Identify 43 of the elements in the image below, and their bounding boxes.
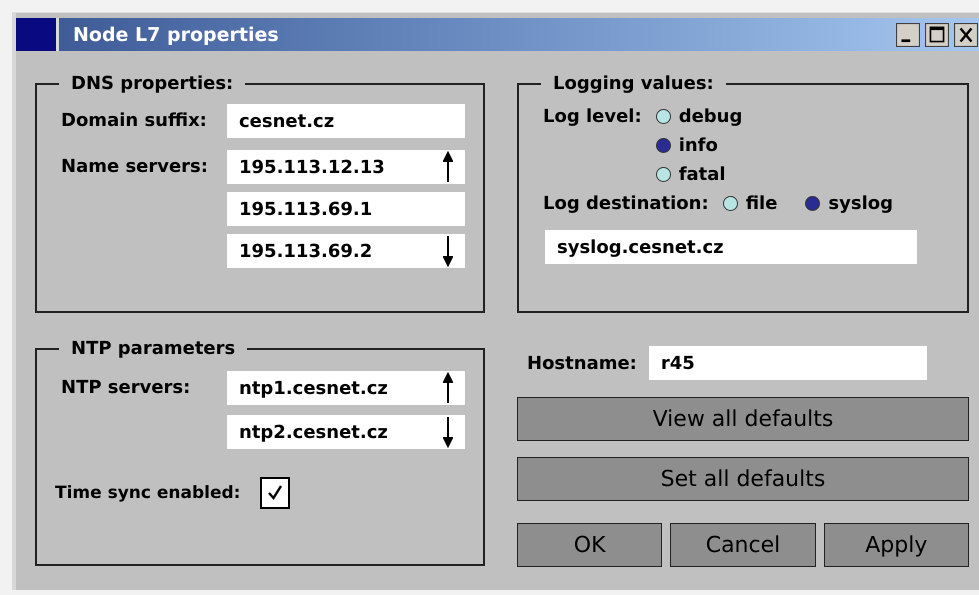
field-label: Hostname:	[527, 352, 637, 374]
group-title: Logging values:	[552, 73, 715, 94]
close-icon[interactable]	[953, 22, 979, 46]
app-icon	[16, 18, 59, 51]
name-server-field[interactable]: 195.113.69.1	[227, 192, 465, 226]
domain-suffix-field[interactable]: cesnet.cz	[227, 104, 465, 138]
radio-button[interactable]	[722, 196, 738, 211]
name-server-field[interactable]: 195.113.12.13	[227, 150, 465, 184]
radio-label: info	[678, 135, 718, 156]
ntp-server-field[interactable]: ntp2.cesnet.cz	[227, 415, 465, 449]
maximize-icon[interactable]	[924, 22, 950, 46]
radio-label: fatal	[678, 164, 726, 185]
ntp-server-field[interactable]: ntp1.cesnet.cz	[227, 371, 465, 405]
scroll-down-icon[interactable]	[443, 235, 453, 267]
field-label: Log destination:	[543, 193, 709, 214]
defaults-button[interactable]: View all defaults	[517, 397, 969, 441]
scroll-up-icon[interactable]	[443, 372, 453, 404]
name-server-field[interactable]: 195.113.69.2	[227, 234, 465, 268]
radio-button[interactable]	[805, 196, 820, 211]
group-title: DNS properties:	[70, 73, 234, 94]
field-label: NTP servers:	[61, 376, 192, 400]
scroll-down-icon[interactable]	[443, 416, 453, 448]
radio-label: debug	[678, 106, 742, 127]
radio-label: file	[746, 193, 778, 214]
checkbox-label: Time sync enabled:	[55, 483, 240, 503]
radio-label: syslog	[828, 193, 894, 214]
group-title: NTP parameters	[70, 338, 236, 359]
dialog-button[interactable]: Apply	[824, 523, 969, 567]
radio-button[interactable]	[656, 109, 671, 124]
radio-button[interactable]	[656, 167, 671, 182]
log-target-field[interactable]: syslog.cesnet.cz	[545, 230, 917, 264]
dialog-button[interactable]: OK	[517, 523, 662, 567]
time-sync-checkbox[interactable]	[260, 477, 290, 509]
field-label: Log level:	[543, 106, 642, 127]
hostname-field[interactable]: r45	[648, 346, 927, 380]
radio-button[interactable]	[656, 138, 671, 153]
scroll-up-icon[interactable]	[443, 151, 453, 183]
field-label: Domain suffix:	[61, 109, 208, 133]
minimize-icon[interactable]	[895, 22, 921, 46]
defaults-button[interactable]: Set all defaults	[517, 457, 969, 501]
window-title: Node L7 properties	[73, 24, 280, 46]
dialog-button[interactable]: Cancel	[670, 523, 816, 567]
field-label: Name servers:	[61, 155, 209, 179]
